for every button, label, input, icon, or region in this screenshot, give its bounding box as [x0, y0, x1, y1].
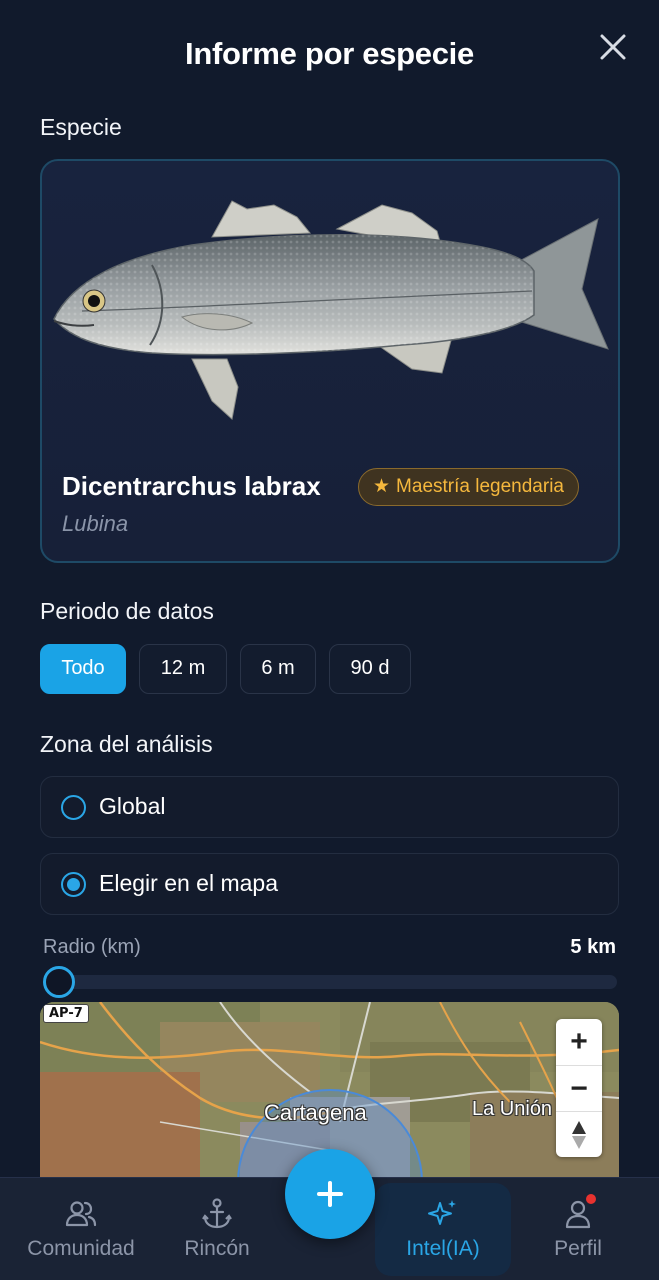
species-card[interactable]: Dicentrarchus labrax Lubina ★ Maestría le…: [40, 159, 620, 563]
nav-label: Rincón: [184, 1237, 250, 1260]
radius-slider-thumb[interactable]: [43, 966, 75, 998]
nav-label: Intel(IA): [406, 1237, 480, 1260]
notification-dot: [584, 1192, 598, 1206]
radio-button[interactable]: [61, 795, 86, 820]
zoom-out-button[interactable]: −: [556, 1065, 602, 1111]
compass-icon: [572, 1120, 586, 1149]
mastery-badge-label: Maestría legendaria: [396, 476, 564, 497]
zone-option-label: Elegir en el mapa: [99, 870, 278, 896]
map-controls: + −: [556, 1019, 602, 1157]
nav-label: Perfil: [554, 1237, 602, 1260]
period-chips: Todo 12 m 6 m 90 d: [40, 644, 411, 694]
sparkle-icon: [428, 1200, 456, 1225]
species-section-label: Especie: [40, 114, 122, 140]
map-place-la-union: La Unión: [472, 1098, 553, 1120]
zone-option-global[interactable]: Global: [40, 776, 619, 838]
period-chip-90d[interactable]: 90 d: [329, 644, 411, 694]
map-road-tag: AP-7: [43, 1004, 89, 1023]
nav-item-perfil[interactable]: Perfil: [530, 1178, 626, 1280]
map-place-cartagena: Cartagena: [264, 1100, 367, 1125]
close-button[interactable]: [596, 30, 630, 64]
star-icon: ★: [373, 476, 391, 497]
header: Informe por especie: [0, 0, 659, 110]
mastery-badge: ★ Maestría legendaria: [358, 468, 579, 506]
anchor-icon: [202, 1198, 232, 1229]
radio-button-checked[interactable]: [61, 872, 86, 897]
zone-section-label: Zona del análisis: [40, 731, 213, 757]
add-button[interactable]: [285, 1149, 375, 1239]
page-title: Informe por especie: [185, 36, 474, 71]
zone-option-label: Global: [99, 793, 166, 819]
nav-label: Comunidad: [27, 1237, 135, 1260]
period-section-label: Periodo de datos: [40, 598, 214, 624]
radius-slider-track[interactable]: [44, 975, 617, 989]
zoom-in-button[interactable]: +: [556, 1019, 602, 1065]
compass-button[interactable]: [556, 1111, 602, 1157]
period-chip-6m[interactable]: 6 m: [240, 644, 316, 694]
species-scientific-name: Dicentrarchus labrax: [62, 471, 321, 501]
species-common-name: Lubina: [62, 511, 129, 536]
nav-item-comunidad[interactable]: Comunidad: [20, 1178, 142, 1280]
nav-item-intel[interactable]: Intel(IA): [375, 1178, 511, 1280]
fish-image: [42, 161, 618, 451]
period-chip-12m[interactable]: 12 m: [139, 644, 227, 694]
radius-value: 5 km: [570, 936, 616, 958]
period-chip-all[interactable]: Todo: [40, 644, 126, 694]
nav-item-rincon[interactable]: Rincón: [168, 1178, 266, 1280]
radius-label: Radio (km): [43, 936, 141, 958]
close-icon: [600, 34, 626, 60]
users-icon: [65, 1201, 97, 1227]
zone-option-map[interactable]: Elegir en el mapa: [40, 853, 619, 915]
